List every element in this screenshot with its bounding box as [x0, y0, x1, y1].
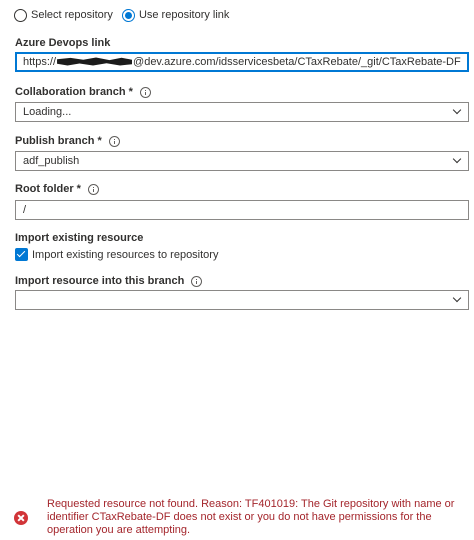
repository-mode-radio-group: Select repository Use repository link: [14, 7, 238, 23]
chevron-down-icon: [452, 105, 462, 115]
use-repository-link-radio[interactable]: Use repository link: [121, 8, 230, 22]
link-value-prefix: https://: [23, 56, 57, 68]
info-icon[interactable]: [139, 86, 151, 98]
import-branch-dropdown[interactable]: [15, 290, 469, 310]
select-repository-label: Select repository: [31, 9, 113, 21]
import-existing-checkbox[interactable]: Import existing resources to repository: [15, 248, 218, 261]
azure-devops-link-label: Azure Devops link: [15, 37, 110, 49]
publish-branch-dropdown[interactable]: adf_publish: [15, 151, 469, 171]
radio-unchecked-icon: [14, 8, 27, 22]
root-folder-input[interactable]: /: [15, 200, 469, 220]
checkbox-checked-icon: [15, 248, 28, 261]
azure-devops-link-input[interactable]: https:// @dev.azure.com/idsservicesbeta/C…: [15, 52, 469, 72]
root-folder-value: /: [23, 204, 27, 216]
collaboration-branch-dropdown[interactable]: Loading...: [15, 102, 469, 122]
root-folder-label: Root folder *: [15, 183, 99, 195]
link-value-suffix: @dev.azure.com/idsservicesbeta/CTaxRebat…: [133, 56, 461, 68]
collaboration-branch-value: Loading...: [23, 106, 72, 118]
error-message-text: Requested resource not found. Reason: TF…: [47, 498, 455, 536]
required-indicator: *: [97, 135, 102, 147]
collaboration-branch-label-text: Collaboration branch: [15, 86, 126, 98]
publish-branch-value: adf_publish: [23, 155, 80, 167]
import-existing-heading: Import existing resource: [15, 232, 143, 244]
use-repository-link-label: Use repository link: [138, 9, 230, 21]
info-icon[interactable]: [87, 183, 99, 195]
import-existing-heading-text: Import existing resource: [15, 232, 144, 244]
import-existing-checkbox-label: Import existing resources to repository: [32, 248, 219, 261]
import-branch-label-text: Import resource into this branch: [15, 275, 185, 287]
select-repository-radio[interactable]: Select repository: [14, 8, 113, 22]
info-icon[interactable]: [108, 135, 120, 147]
root-folder-label-text: Root folder: [15, 183, 74, 195]
required-indicator: *: [76, 183, 81, 195]
collaboration-branch-label: Collaboration branch *: [15, 86, 151, 98]
info-icon[interactable]: [191, 275, 203, 287]
import-branch-label: Import resource into this branch: [15, 275, 203, 287]
redacted-username: [57, 57, 133, 66]
publish-branch-label-text: Publish branch: [15, 135, 95, 147]
error-icon: [14, 511, 28, 525]
azure-devops-link-label-text: Azure Devops link: [15, 37, 111, 49]
radio-checked-icon: [121, 8, 135, 22]
chevron-down-icon: [452, 154, 462, 164]
publish-branch-label: Publish branch *: [15, 135, 120, 147]
required-indicator: *: [128, 86, 133, 98]
chevron-down-icon: [452, 293, 462, 303]
